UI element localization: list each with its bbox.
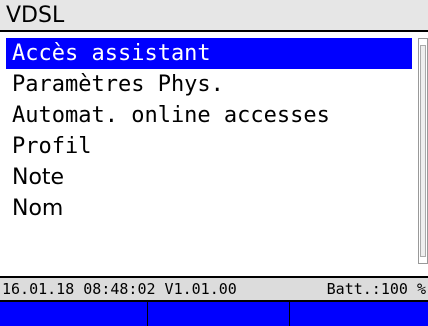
menu-item-acces-assistant[interactable]: Accès assistant	[6, 38, 412, 69]
title-bar: VDSL	[0, 0, 428, 32]
datetime-version: 16.01.18 08:48:02 V1.01.00	[2, 280, 237, 298]
menu-item-automat-online-accesses[interactable]: Automat. online accesses	[6, 100, 412, 131]
battery-status: Batt.:100 %	[326, 280, 426, 298]
scrollbar-thumb[interactable]	[420, 45, 426, 257]
menu-scrollbar[interactable]	[418, 38, 428, 264]
softkey-2[interactable]	[148, 302, 290, 326]
softkey-3[interactable]	[290, 302, 428, 326]
menu-item-parametres-phys[interactable]: Paramètres Phys.	[6, 69, 412, 100]
menu-item-nom[interactable]: Nom	[6, 193, 412, 224]
menu-item-note[interactable]: Note	[6, 162, 412, 193]
screen-title: VDSL	[6, 3, 65, 28]
status-bar: 16.01.18 08:48:02 V1.01.00 Batt.:100 %	[0, 276, 428, 300]
menu-list: Accès assistant Paramètres Phys. Automat…	[6, 38, 412, 224]
softkey-bar	[0, 300, 428, 326]
menu-panel: Accès assistant Paramètres Phys. Automat…	[6, 38, 428, 266]
softkey-1[interactable]	[0, 302, 148, 326]
menu-item-profil[interactable]: Profil	[6, 131, 412, 162]
